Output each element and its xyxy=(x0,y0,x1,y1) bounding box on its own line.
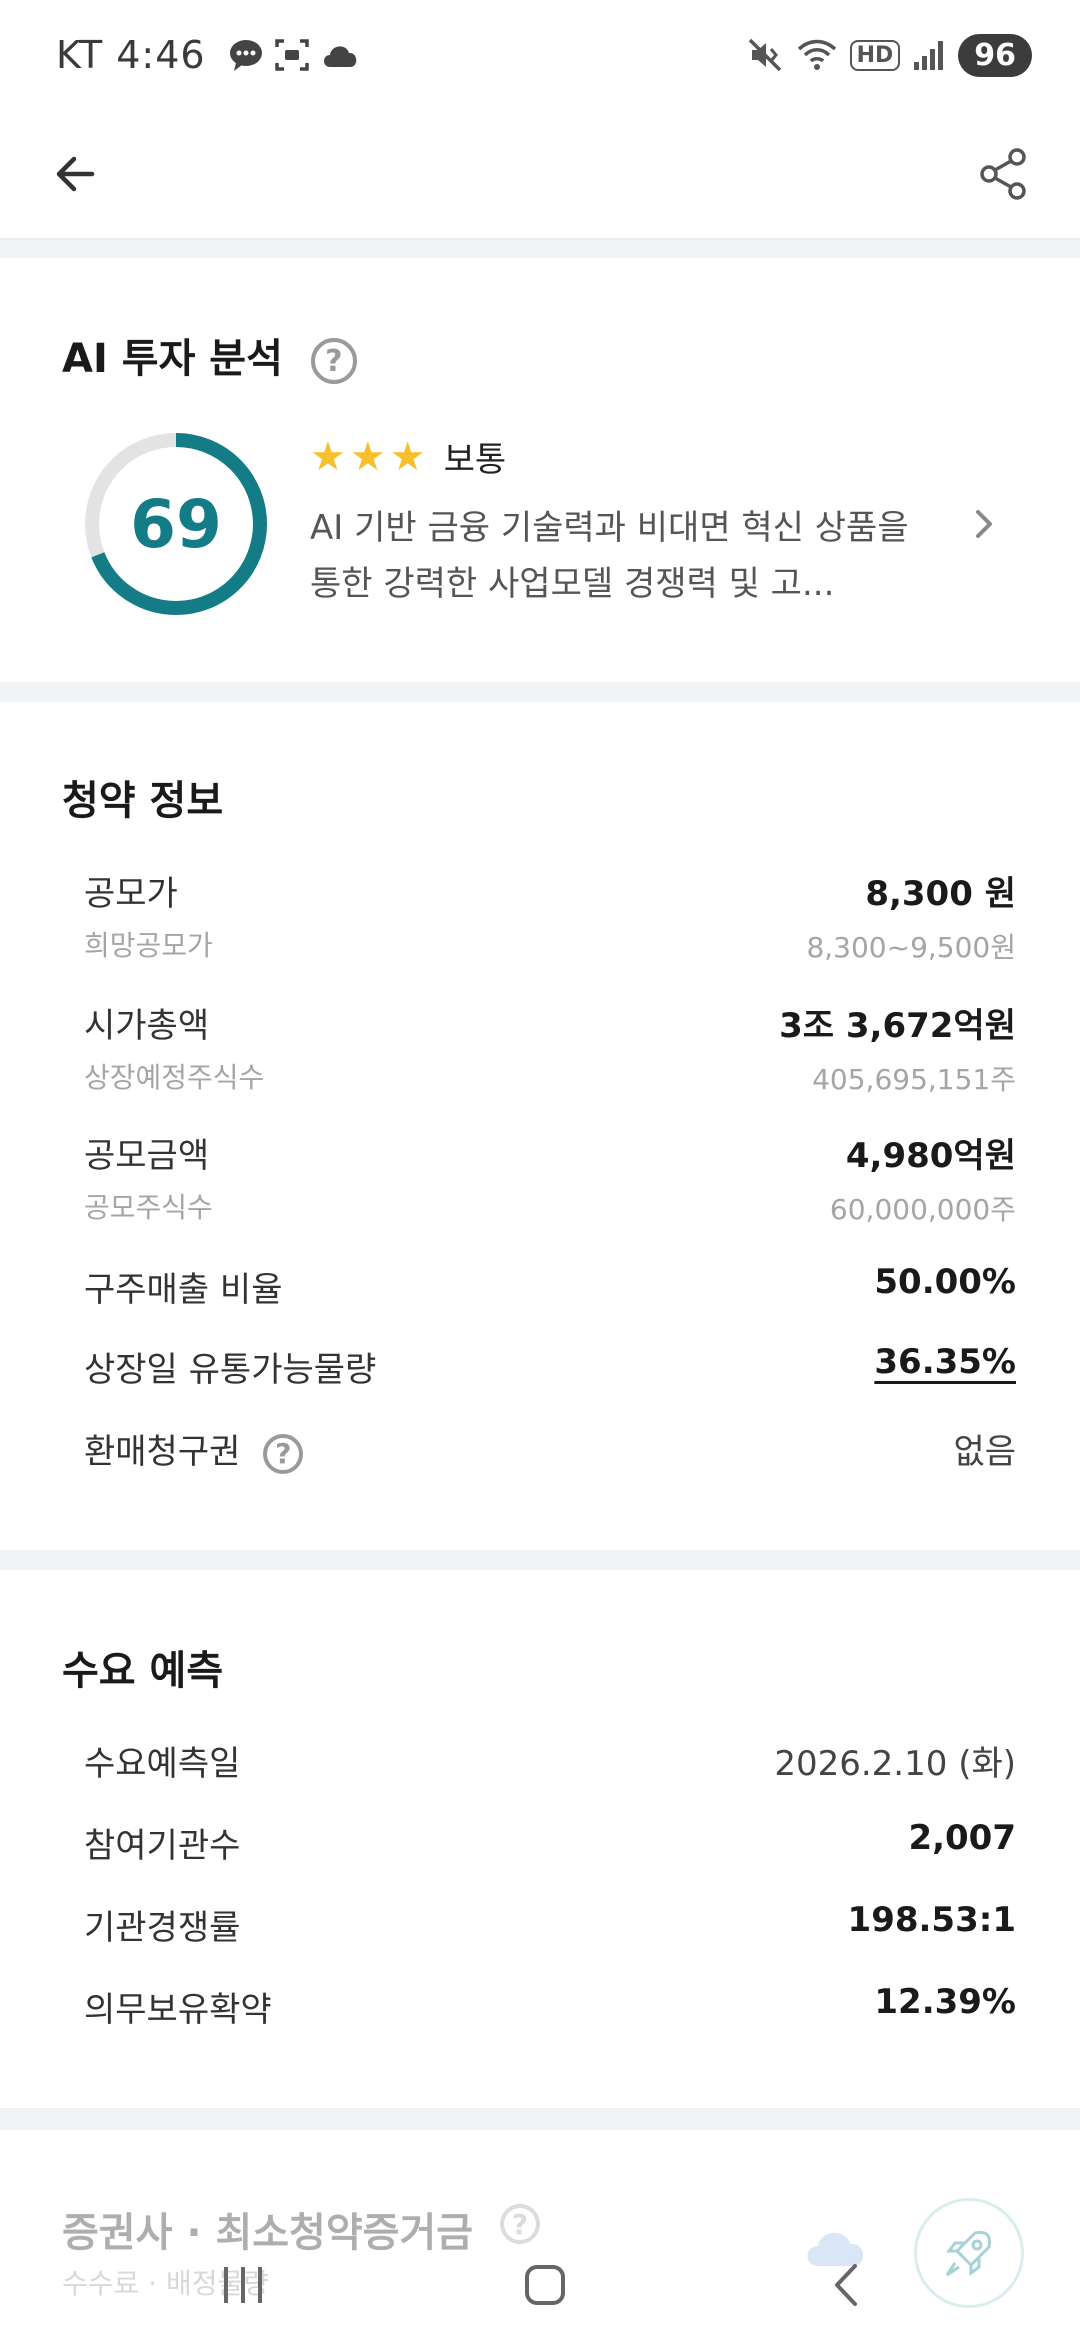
offer-price-label: 공모가 xyxy=(84,874,178,914)
star-icon: ★ xyxy=(389,433,426,480)
score-value: 69 xyxy=(130,485,222,563)
offer-shares-label: 공모주식수 xyxy=(84,1191,213,1224)
star-rating: ★ ★ ★ 보통 xyxy=(310,432,506,481)
institutions-label: 참여기관수 xyxy=(84,1826,241,1866)
old-share-ratio-value: 50.00% xyxy=(874,1262,1016,1302)
offer-amount-label: 공모금액 xyxy=(84,1136,210,1176)
putback-option-label: 환매청구권 ? xyxy=(84,1424,304,1474)
help-icon[interactable]: ? xyxy=(263,1433,304,1474)
mute-icon xyxy=(748,38,781,72)
cloud-icon xyxy=(323,46,356,67)
desired-price-label: 희망공모가 xyxy=(84,929,213,962)
demand-forecast-title: 수요 예측 xyxy=(62,1648,224,1694)
recent-apps-button[interactable] xyxy=(198,2240,288,2330)
offer-price-value: 8,300 원 xyxy=(865,874,1016,914)
old-share-ratio-label: 구주매출 비율 xyxy=(84,1270,283,1310)
system-nav-bar xyxy=(0,2220,1080,2340)
lockup-value: 12.39% xyxy=(874,1982,1016,2022)
share-button[interactable] xyxy=(968,138,1040,210)
ai-analysis-title: AI 투자 분석 xyxy=(62,336,283,382)
wifi-icon xyxy=(797,39,836,70)
offer-shares-value: 60,000,000주 xyxy=(829,1193,1016,1226)
hd-icon: HD xyxy=(849,39,901,71)
float-ratio-label: 상장일 유통가능물량 xyxy=(84,1350,377,1390)
signal-icon xyxy=(914,41,944,70)
ai-analysis-header: AI 투자 분석 ? xyxy=(62,326,357,384)
recent-apps-icon xyxy=(224,2267,262,2303)
desired-price-value: 8,300~9,500원 xyxy=(806,931,1016,964)
ai-summary[interactable]: AI 기반 금융 기술력과 비대면 혁신 상품을 통한 강력한 사업모델 경쟁력… xyxy=(310,500,910,612)
status-time: KT 4:46 xyxy=(56,33,206,77)
home-button[interactable] xyxy=(500,2240,590,2330)
status-left-icons xyxy=(228,37,360,73)
section-divider xyxy=(0,2108,1080,2130)
status-left: KT 4:46 xyxy=(56,28,360,82)
rating-label: 보통 xyxy=(443,440,507,480)
share-icon xyxy=(980,148,1026,200)
competition-rate-label: 기관경쟁률 xyxy=(84,1908,241,1948)
listed-shares-value: 405,695,151주 xyxy=(812,1063,1016,1096)
star-icon: ★ xyxy=(349,433,386,480)
offer-amount-value: 4,980억원 xyxy=(845,1136,1016,1176)
subscription-info-title: 청약 정보 xyxy=(62,778,224,824)
battery-indicator: 96 xyxy=(958,33,1032,77)
nav-back-button[interactable] xyxy=(802,2240,892,2330)
putback-option-text: 환매청구권 xyxy=(84,1432,241,1472)
section-divider xyxy=(0,240,1080,258)
chevron-right-icon[interactable] xyxy=(960,500,1008,548)
listed-shares-label: 상장예정주식수 xyxy=(84,1061,265,1094)
back-button[interactable] xyxy=(40,138,112,210)
app-bar xyxy=(0,110,1080,240)
float-ratio-link[interactable]: 36.35% xyxy=(874,1342,1016,1382)
status-right: HD 96 xyxy=(746,28,1032,82)
section-divider xyxy=(0,682,1080,702)
institutions-value: 2,007 xyxy=(908,1818,1016,1858)
putback-option-value: 없음 xyxy=(953,1432,1016,1472)
screenshot-icon xyxy=(274,39,309,71)
arrow-left-icon xyxy=(56,156,95,192)
star-icon: ★ xyxy=(310,433,346,480)
competition-rate-value: 198.53:1 xyxy=(847,1900,1016,1940)
home-icon xyxy=(525,2265,565,2305)
back-nav-icon xyxy=(835,2264,857,2306)
lockup-label: 의무보유확약 xyxy=(84,1990,272,2030)
market-cap-value: 3조 3,672억원 xyxy=(779,1006,1016,1046)
status-bar: KT 4:46 HD 96 xyxy=(0,0,1080,110)
chat-bubble-icon xyxy=(229,40,262,71)
section-divider xyxy=(0,1550,1080,1570)
market-cap-label: 시가총액 xyxy=(84,1006,210,1046)
forecast-date-value: 2026.2.10 (화) xyxy=(774,1744,1016,1784)
help-icon[interactable]: ? xyxy=(310,338,357,384)
forecast-date-label: 수요예측일 xyxy=(84,1744,241,1784)
